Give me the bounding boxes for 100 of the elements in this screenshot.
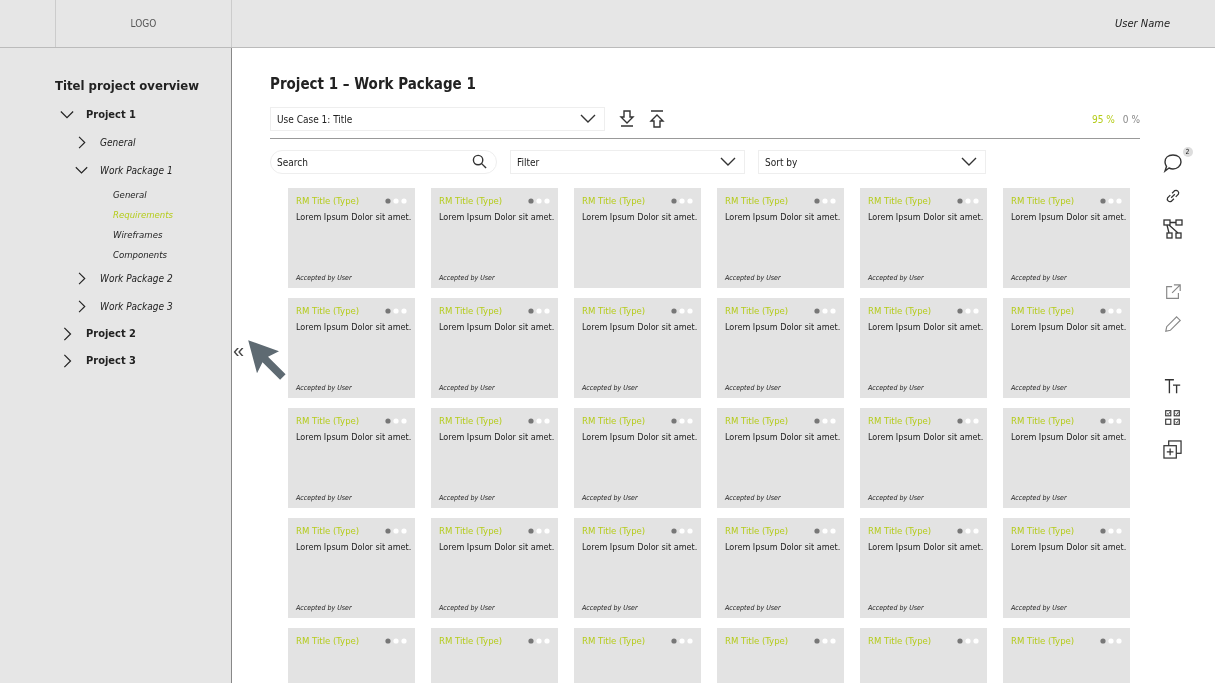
status-dots-icon xyxy=(957,637,981,644)
status-dots-icon xyxy=(528,307,552,314)
hierarchy-icon[interactable] xyxy=(1162,219,1183,239)
card-text: Lorem Ipsum Dolor sit amet. xyxy=(868,322,981,332)
progress-value: 0 % xyxy=(1122,113,1140,125)
pencil-icon[interactable] xyxy=(1163,315,1182,333)
card-title: RM Title (Type) xyxy=(582,195,646,206)
card-text: Lorem Ipsum Dolor sit amet. xyxy=(725,432,838,442)
external-link-icon[interactable] xyxy=(1163,283,1182,301)
card-title: RM Title (Type) xyxy=(725,635,789,646)
user-name[interactable]: User Name xyxy=(1115,17,1170,30)
card-title: RM Title (Type) xyxy=(582,635,646,646)
status-dots-icon xyxy=(957,197,981,204)
status-dots-icon xyxy=(1100,307,1124,314)
status-dots-icon xyxy=(957,417,981,424)
status-dots-icon xyxy=(814,637,838,644)
download-icon[interactable] xyxy=(619,110,635,128)
card-text: Lorem Ipsum Dolor sit amet. xyxy=(868,212,981,222)
card-title: RM Title (Type) xyxy=(296,525,360,536)
card-text: Lorem Ipsum Dolor sit amet. xyxy=(1011,212,1124,222)
chevron-down-icon xyxy=(961,157,977,167)
text-size-icon[interactable] xyxy=(1163,377,1182,395)
card-title: RM Title (Type) xyxy=(725,415,789,426)
comment-icon[interactable] xyxy=(1162,153,1183,173)
status-dots-icon xyxy=(385,197,409,204)
card-title: RM Title (Type) xyxy=(296,195,360,206)
tree-item[interactable]: Work Package 2 xyxy=(55,264,231,292)
upload-icon[interactable] xyxy=(649,110,665,128)
tree-item[interactable]: Components xyxy=(55,244,231,264)
status-dots-icon xyxy=(1100,527,1124,534)
status-dots-icon xyxy=(1100,637,1124,644)
card-title: RM Title (Type) xyxy=(868,635,932,646)
card-title: RM Title (Type) xyxy=(582,415,646,426)
search-field[interactable]: Search xyxy=(270,150,497,174)
card-title: RM Title (Type) xyxy=(296,635,360,646)
collapse-button[interactable]: « xyxy=(231,340,247,360)
card-title: RM Title (Type) xyxy=(439,305,503,316)
status-dots-icon xyxy=(957,527,981,534)
card-text: Lorem Ipsum Dolor sit amet. xyxy=(725,212,838,222)
card-text: Lorem Ipsum Dolor sit amet. xyxy=(439,542,552,552)
card-text: Lorem Ipsum Dolor sit amet. xyxy=(1011,432,1124,442)
card-title: RM Title (Type) xyxy=(1011,195,1075,206)
card-text: Lorem Ipsum Dolor sit amet. xyxy=(868,542,981,552)
card-title: RM Title (Type) xyxy=(439,525,503,536)
card-title: RM Title (Type) xyxy=(868,415,932,426)
status-dots-icon xyxy=(814,527,838,534)
tree-item[interactable]: General xyxy=(55,128,231,156)
card-text: Lorem Ipsum Dolor sit amet. xyxy=(582,322,695,332)
progress-value: 95 % xyxy=(1092,113,1115,125)
card-title: RM Title (Type) xyxy=(582,305,646,316)
status-dots-icon xyxy=(385,307,409,314)
status-dots-icon xyxy=(814,197,838,204)
card-title: RM Title (Type) xyxy=(296,415,360,426)
tree-item[interactable]: Work Package 1 xyxy=(55,156,231,184)
chevron-down-icon xyxy=(720,157,736,167)
tree-item[interactable]: Wireframes xyxy=(55,224,231,244)
requirement-card[interactable]: RM Title (Type) Lorem Ipsum Dolor sit amet. xyxy=(574,188,701,288)
tree-item[interactable]: Project 3 xyxy=(55,347,231,374)
card-text: Lorem Ipsum Dolor sit amet. xyxy=(296,212,409,222)
status-dots-icon xyxy=(385,637,409,644)
card-text: Lorem Ipsum Dolor sit amet. xyxy=(582,432,695,442)
status-dots-icon xyxy=(814,307,838,314)
tree-item[interactable]: Project 1 xyxy=(55,101,231,128)
card-title: RM Title (Type) xyxy=(1011,415,1075,426)
page-title: Project 1 – Work Package 1 xyxy=(270,75,477,95)
status-dots-icon xyxy=(1100,197,1124,204)
checkbox-grid-icon[interactable] xyxy=(1164,409,1181,426)
use-case-dropdown[interactable]: Use Case 1: Title xyxy=(270,107,605,131)
card-text: Lorem Ipsum Dolor sit amet. xyxy=(439,322,552,332)
sort-dropdown[interactable]: Sort by xyxy=(758,150,986,174)
card-text: Lorem Ipsum Dolor sit amet. xyxy=(1011,542,1124,552)
filter-dropdown[interactable]: Filter xyxy=(510,150,745,174)
status-dots-icon xyxy=(671,417,695,424)
card-title: RM Title (Type) xyxy=(296,305,360,316)
card-text: Lorem Ipsum Dolor sit amet. xyxy=(439,212,552,222)
card-title: RM Title (Type) xyxy=(868,195,932,206)
status-dots-icon xyxy=(814,417,838,424)
card-title: RM Title (Type) xyxy=(868,305,932,316)
logo[interactable]: LOGO xyxy=(130,18,157,29)
status-dots-icon xyxy=(528,417,552,424)
card-title: RM Title (Type) xyxy=(582,525,646,536)
tree-item[interactable]: Work Package 3 xyxy=(55,292,231,320)
status-dots-icon xyxy=(528,527,552,534)
status-dots-icon xyxy=(671,197,695,204)
card-title: RM Title (Type) xyxy=(439,195,503,206)
status-dots-icon xyxy=(671,307,695,314)
card-text: Lorem Ipsum Dolor sit amet. xyxy=(296,322,409,332)
chevron-down-icon xyxy=(580,114,596,124)
add-copy-icon[interactable] xyxy=(1163,440,1182,459)
tree-item[interactable]: Project 2 xyxy=(55,320,231,347)
card-title: RM Title (Type) xyxy=(868,525,932,536)
card-text: Lorem Ipsum Dolor sit amet. xyxy=(1011,322,1124,332)
status-dots-icon xyxy=(671,637,695,644)
sidebar-title: Titel project overview xyxy=(55,78,201,93)
search-icon[interactable] xyxy=(472,154,487,169)
card-text: Lorem Ipsum Dolor sit amet. xyxy=(725,542,838,552)
card-title: RM Title (Type) xyxy=(725,305,789,316)
tree-item[interactable]: General xyxy=(55,184,231,204)
card-text: Lorem Ipsum Dolor sit amet. xyxy=(725,322,838,332)
card-title: RM Title (Type) xyxy=(1011,305,1075,316)
